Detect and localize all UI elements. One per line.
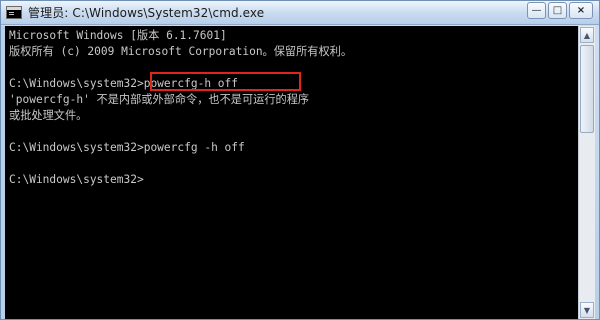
vertical-scrollbar[interactable]: ▲ ▼ (578, 26, 595, 319)
scroll-thumb[interactable] (580, 45, 594, 133)
title-bar[interactable]: 管理员: C:\Windows\System32\cmd.exe — □ × (1, 1, 599, 25)
cmd-icon (6, 6, 22, 19)
console-line-2: 版权所有 (c) 2009 Microsoft Corporation。保留所有… (9, 45, 353, 58)
minimize-button[interactable]: — (527, 2, 546, 19)
window-title: 管理员: C:\Windows\System32\cmd.exe (28, 6, 265, 20)
console-line-10: C:\Windows\system32> (9, 173, 144, 186)
close-icon: × (576, 4, 586, 16)
close-button[interactable]: × (569, 2, 593, 19)
console-line-8: C:\Windows\system32>powercfg -h off (9, 141, 245, 154)
minimize-icon: — (531, 4, 542, 16)
console-line-4: C:\Windows\system32>powercfg-h off (9, 77, 239, 90)
maximize-icon: □ (552, 4, 563, 16)
console-line-6: 或批处理文件。 (9, 109, 88, 122)
cmd-window: 管理员: C:\Windows\System32\cmd.exe — □ × M… (0, 0, 600, 320)
scroll-up-arrow-icon[interactable]: ▲ (580, 27, 594, 43)
console-line-1: Microsoft Windows [版本 6.1.7601] (9, 29, 227, 42)
console-line-5: 'powercfg-h' 不是内部或外部命令，也不是可运行的程序 (9, 93, 310, 106)
maximize-button[interactable]: □ (548, 2, 567, 19)
console-output[interactable]: Microsoft Windows [版本 6.1.7601] 版权所有 (c)… (5, 26, 579, 319)
scroll-down-arrow-icon[interactable]: ▼ (580, 302, 594, 318)
window-controls: — □ × (527, 2, 593, 19)
